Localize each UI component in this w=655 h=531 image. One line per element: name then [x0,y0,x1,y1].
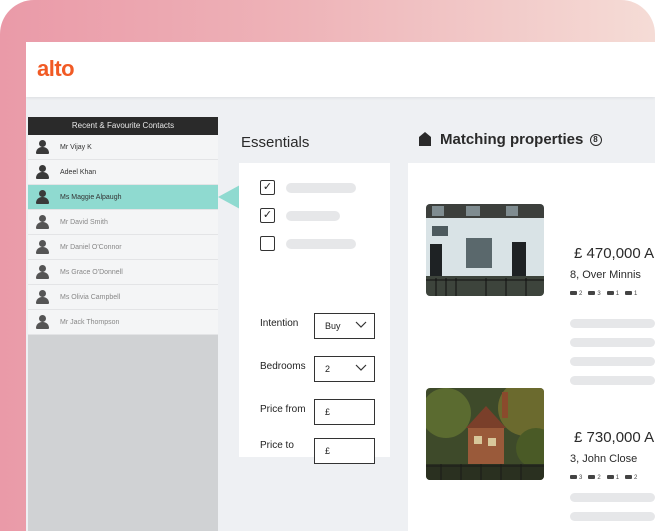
chevron-down-icon [355,364,367,371]
sofa-icon: 1 [606,291,619,297]
contact-name: Mr Jack Thompson [60,318,120,326]
price-to-value: £ [325,446,331,456]
placeholder-bar [570,376,655,385]
contact-item[interactable]: Mr Vijay K [28,135,218,160]
price-to-label: Price to [260,440,294,451]
contact-item[interactable]: Adeel Khan [28,160,218,185]
bath-icon: 2 [588,475,601,481]
person-icon [36,165,49,179]
property-features: 2 3 1 1 [570,291,637,297]
bed-icon: 3 [570,475,582,481]
contact-item[interactable]: Ms Grace O'Donnell [28,260,218,285]
placeholder-bar [286,183,356,193]
contact-item[interactable]: Ms Olivia Campbell [28,285,218,310]
car-icon: 2 [625,475,637,481]
price-to-input[interactable]: £ [314,438,375,464]
person-icon [36,265,49,279]
person-icon [36,215,49,229]
person-icon [36,315,49,329]
intention-label: Intention [260,318,299,329]
contact-name: Adeel Khan [60,168,97,176]
person-icon [36,140,49,154]
contact-name: Mr Vijay K [60,143,92,151]
person-icon [36,190,49,204]
matching-count-badge: 8 [589,134,602,146]
bed-icon: 2 [570,291,582,297]
alto-logo[interactable]: alto [37,56,75,82]
person-icon [36,240,49,254]
person-icon [36,290,49,304]
essentials-title: Essentials [241,134,310,151]
contact-name: Ms Olivia Campbell [60,293,121,301]
placeholder-bar [570,512,655,521]
price-from-input[interactable]: £ [314,399,375,425]
contact-name: Ms Maggie Alpaugh [60,193,122,201]
property-features: 3 2 1 2 [570,475,637,481]
placeholder-bar [286,239,356,249]
bedrooms-select[interactable]: 2 [314,356,375,382]
property-photo[interactable] [426,204,544,296]
car-icon: 1 [625,291,637,297]
property-price[interactable]: £ 730,000 A [574,429,654,446]
matching-properties-panel: £ 470,000 A 8, Over Minnis 2 3 1 1 £ 730… [408,163,655,531]
sofa-icon: 1 [606,475,619,481]
contacts-sidebar: Recent & Favourite Contacts Mr Vijay K Ad… [28,117,240,531]
essentials-panel: ✓ ✓ Intention Buy Bedrooms 2 Price from … [239,163,390,464]
checkbox-2[interactable]: ✓ [260,208,275,223]
contact-name: Mr Daniel O'Connor [60,243,122,251]
placeholder-bar [570,319,655,328]
bedrooms-value: 2 [325,364,331,374]
intention-value: Buy [325,321,341,331]
top-bar: alto [26,42,655,97]
app-window: alto Recent & Favourite Contacts Mr Vija… [26,42,655,531]
property-price[interactable]: £ 470,000 A [574,245,654,262]
contact-item[interactable]: Mr Daniel O'Connor [28,235,218,260]
bath-icon: 3 [588,291,601,297]
intention-select[interactable]: Buy [314,313,375,339]
bedrooms-label: Bedrooms [260,361,306,372]
contact-item[interactable]: Mr Jack Thompson [28,310,218,335]
property-photo[interactable] [426,388,544,480]
placeholder-bar [570,338,655,347]
checkbox-1[interactable]: ✓ [260,180,275,195]
matching-properties-label: Matching properties [440,131,584,148]
price-from-value: £ [325,407,331,417]
chevron-down-icon [355,321,367,328]
contact-name: Ms Grace O'Donnell [60,268,123,276]
placeholder-bar [570,357,655,366]
property-address: 3, John Close [570,453,638,465]
contact-name: Mr David Smith [60,218,108,226]
checkbox-3[interactable] [260,236,275,251]
placeholder-bar [570,493,655,502]
matching-properties-title: Matching properties 8 [440,131,602,148]
contact-list: Mr Vijay K Adeel Khan Ms Maggie Alpaugh Mr … [28,135,240,335]
contact-item[interactable]: Mr David Smith [28,210,218,235]
sidebar-header: Recent & Favourite Contacts [28,117,218,135]
placeholder-bar [286,211,340,221]
price-from-label: Price from [260,404,306,415]
house-icon [419,132,431,146]
property-address: 8, Over Minnis [570,269,641,281]
contact-item[interactable]: Ms Maggie Alpaugh [28,185,240,210]
